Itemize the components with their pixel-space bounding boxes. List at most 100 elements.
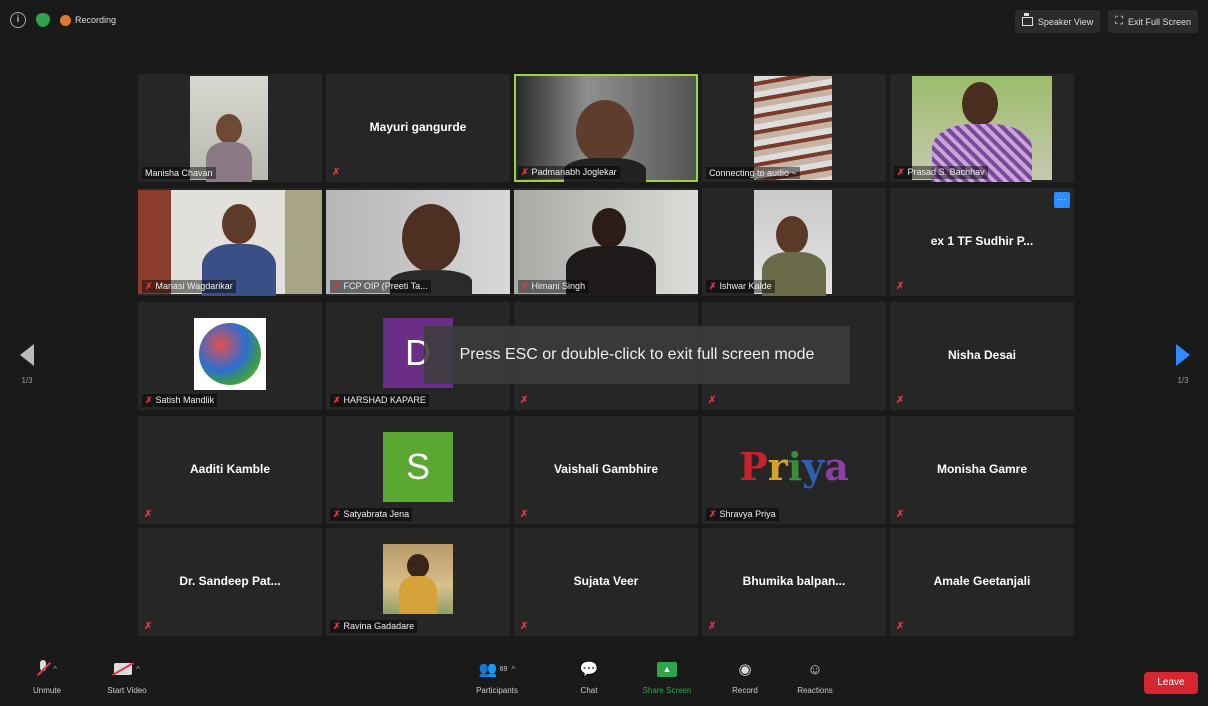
profile-avatar: S	[383, 432, 453, 502]
recording-dot-icon	[60, 14, 71, 26]
participant-tile[interactable]: Dr. Sandeep Pat... ✗	[138, 528, 322, 636]
participant-name: ✗ Padmanabh Joglekar	[518, 166, 620, 179]
participant-name: ✗ Manasi Wagdarikar	[142, 280, 236, 293]
participant-name: ✗ FCP OIP (Preeti Ta...	[330, 280, 431, 293]
exit-full-screen-label: Exit Full Screen	[1127, 16, 1191, 27]
muted-mic-icon: ✗	[708, 395, 717, 406]
participant-tile[interactable]: Aaditi Kamble ✗	[138, 416, 322, 524]
video-feed	[326, 190, 510, 296]
record-label: Record	[732, 686, 758, 695]
muted-mic-icon: ✗	[709, 509, 717, 519]
speaker-view-button[interactable]: Speaker View	[1014, 10, 1101, 33]
participant-tile[interactable]: Connecting to audio ~	[702, 74, 886, 182]
unmute-button[interactable]: ^ Unmute	[12, 656, 82, 695]
participant-tile[interactable]: S ✗ Satyabrata Jena	[326, 416, 510, 524]
participant-tile[interactable]: ··· ex 1 TF Sudhir P... ✗	[890, 188, 1074, 296]
video-feed	[138, 190, 322, 296]
participant-name: Vaishali Gambhire	[553, 462, 659, 476]
participants-button[interactable]: 👥 69 ^ Participants	[462, 656, 532, 695]
participant-name: Monisha Gamre	[936, 462, 1028, 476]
participant-tile[interactable]: ✗ Manasi Wagdarikar	[138, 188, 322, 296]
page-indicator: 1/3	[1177, 376, 1189, 385]
next-page-button[interactable]: 1/3	[1176, 344, 1190, 385]
record-icon: ◉	[738, 661, 752, 678]
participant-tile[interactable]: Manisha Chavan	[138, 74, 322, 182]
muted-mic-icon: ✗	[144, 509, 153, 520]
muted-mic-icon: ✗	[520, 395, 529, 406]
leave-button[interactable]: Leave	[1144, 672, 1198, 694]
reactions-icon: ☺	[807, 660, 823, 678]
participant-name: Manisha Chavan	[142, 167, 216, 179]
caret-up-icon[interactable]: ^	[511, 665, 515, 674]
speaker-view-label: Speaker View	[1037, 16, 1094, 27]
video-feed	[754, 76, 832, 180]
caret-up-icon[interactable]: ^	[136, 665, 140, 674]
participant-name: Amale Geetanjali	[933, 574, 1031, 588]
muted-mic-icon: ✗	[332, 167, 341, 178]
exit-fullscreen-icon: ⛶	[1115, 15, 1123, 27]
recording-indicator: Recording	[60, 14, 117, 26]
muted-mic-icon: ✗	[333, 621, 341, 631]
participant-tile[interactable]: Bhumika balpan... ✗	[702, 528, 886, 636]
exit-full-screen-button[interactable]: ⛶ Exit Full Screen	[1108, 10, 1198, 33]
muted-mic-icon: ✗	[520, 509, 529, 520]
more-options-icon[interactable]: ···	[1054, 192, 1070, 208]
muted-mic-icon: ✗	[333, 281, 341, 291]
meeting-toolbar: ^ Unmute ^ Start Video 👥 69 ^ Participants…	[0, 656, 1208, 706]
participant-name: Dr. Sandeep Pat...	[179, 574, 281, 588]
participant-tile[interactable]: ✗ Satish Mandlik	[138, 302, 322, 410]
participant-name: Aaditi Kamble	[189, 462, 270, 476]
reactions-button[interactable]: ☺ Reactions	[780, 656, 850, 696]
speaker-view-icon	[1021, 13, 1033, 26]
participant-name: ✗ Satish Mandlik	[142, 394, 218, 407]
participant-tile[interactable]: Mayuri gangurde ✗	[326, 74, 510, 182]
video-feed	[190, 76, 268, 182]
participant-tile[interactable]: Amale Geetanjali ✗	[890, 528, 1074, 636]
muted-mic-icon: ✗	[144, 621, 153, 632]
muted-mic-icon: ✗	[521, 281, 529, 291]
muted-mic-icon: ✗	[145, 281, 153, 291]
chat-button[interactable]: 💬 Chat	[554, 656, 624, 695]
participant-name: ✗ Ishwar Kalde	[706, 280, 775, 293]
top-bar: i Recording Speaker View ⛶ Exit Full Scr…	[0, 0, 1208, 44]
video-feed	[516, 76, 696, 182]
previous-page-button[interactable]: 1/3	[20, 344, 34, 385]
view-controls: Speaker View ⛶ Exit Full Screen	[1014, 10, 1198, 33]
participant-tile[interactable]: ✗ Prasad S. Bachhav	[890, 74, 1074, 182]
participant-name: Nisha Desai	[947, 348, 1017, 362]
security-shield-icon[interactable]	[36, 13, 50, 27]
participant-tile[interactable]: Sujata Veer ✗	[514, 528, 698, 636]
participant-name: ex 1 TF Sudhir P...	[930, 234, 1034, 248]
participant-tile[interactable]: Vaishali Gambhire ✗	[514, 416, 698, 524]
participant-name: ✗ Ravina Gadadare	[330, 620, 418, 633]
participant-tile[interactable]: ✗ Ravina Gadadare	[326, 528, 510, 636]
globe-flags-image	[199, 323, 261, 385]
start-video-button[interactable]: ^ Start Video	[92, 656, 162, 695]
muted-mic-icon: ✗	[896, 395, 905, 406]
priya-logo-image: Priya	[739, 444, 849, 489]
participant-tile[interactable]: ✗ Ishwar Kalde	[702, 188, 886, 296]
start-video-label: Start Video	[107, 686, 147, 695]
profile-picture	[383, 544, 453, 614]
active-speaker-tile[interactable]: ✗ Padmanabh Joglekar	[514, 74, 698, 182]
participant-tile[interactable]: Nisha Desai ✗	[890, 302, 1074, 410]
participant-tile[interactable]: ✗ FCP OIP (Preeti Ta...	[326, 188, 510, 296]
participant-tile[interactable]: ✗ Himani Singh	[514, 188, 698, 296]
info-icon[interactable]: i	[10, 12, 26, 28]
participant-name: Sujata Veer	[573, 574, 639, 588]
record-button[interactable]: ◉ Record	[710, 656, 780, 695]
participant-name: ✗ Satyabrata Jena	[330, 508, 413, 521]
muted-mic-icon: ✗	[145, 395, 153, 405]
reactions-label: Reactions	[797, 686, 833, 695]
share-screen-button[interactable]: ▲ Share Screen	[632, 656, 702, 695]
avatar-initial: S	[405, 446, 430, 487]
arrow-left-icon	[20, 344, 34, 366]
participant-tile[interactable]: Priya ✗ Shravya Priya	[702, 416, 886, 524]
share-screen-icon: ▲	[657, 661, 677, 677]
participant-tile[interactable]: Monisha Gamre ✗	[890, 416, 1074, 524]
recording-label: Recording	[75, 15, 117, 25]
page-indicator: 1/3	[21, 376, 33, 385]
muted-mic-icon: ✗	[896, 621, 905, 632]
caret-up-icon[interactable]: ^	[53, 665, 57, 674]
muted-mic-icon: ✗	[521, 167, 529, 177]
